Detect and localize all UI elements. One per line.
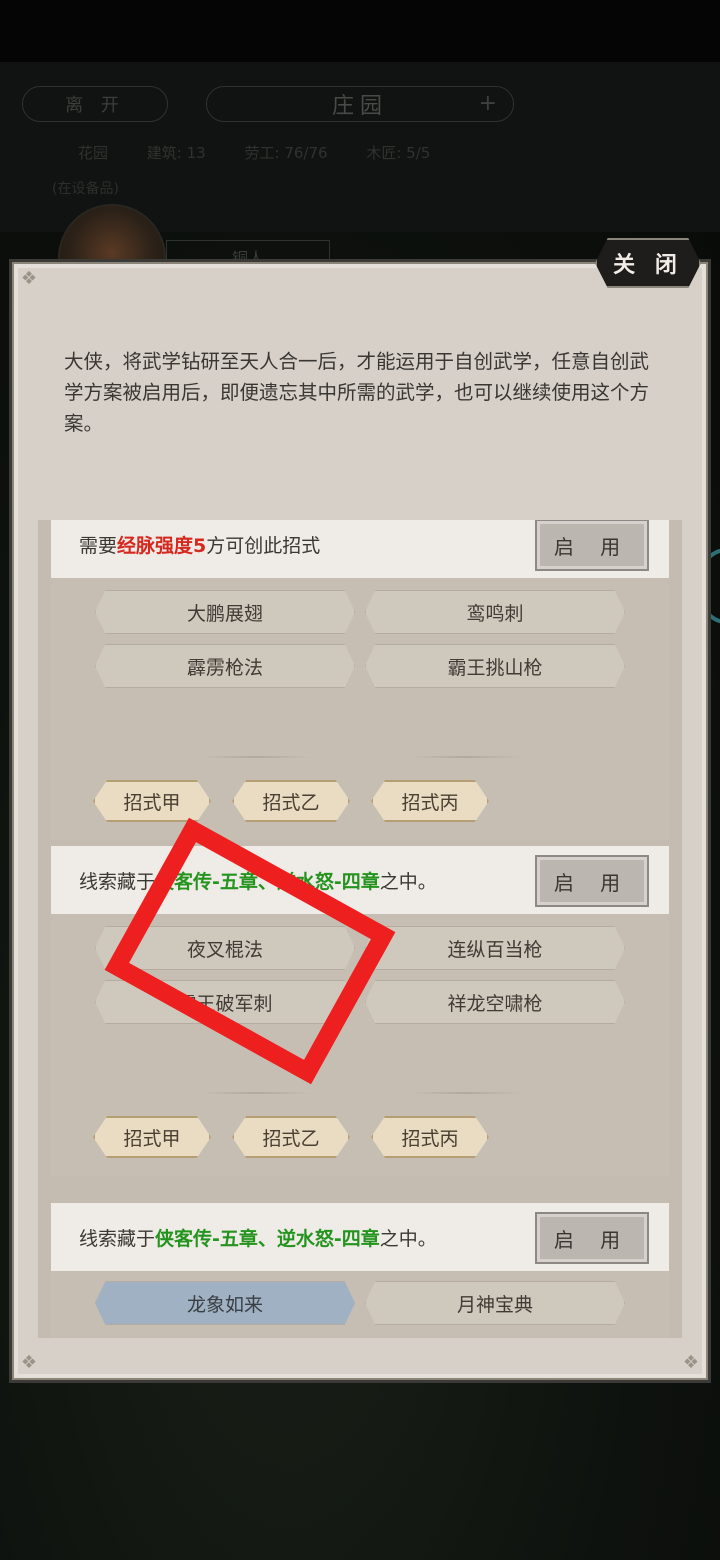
estate-stats: 花园 建筑: 13 劳工: 76/76 木匠: 5/5: [78, 142, 464, 163]
skill-chip[interactable]: 连纵百当枪: [365, 926, 625, 970]
skill-chip[interactable]: 月神宝典: [365, 1281, 625, 1325]
skill-chip[interactable]: 霹雳枪法: [95, 644, 355, 688]
skill-grid: 龙象如来 月神宝典: [51, 1271, 669, 1338]
skill-chip[interactable]: 鸾鸣刺: [365, 590, 625, 634]
requirement-highlight: 经脉强度5: [117, 534, 207, 557]
move-tab[interactable]: 招式丙: [371, 780, 489, 822]
intro-text: 大侠，将武学钻研至天人合一后，才能运用于自创武学，任意自创武学方案被启用后，即便…: [64, 350, 650, 435]
stat-buildings: 建筑: 13: [146, 144, 206, 162]
move-tab[interactable]: 招式乙: [232, 780, 350, 822]
move-tab[interactable]: 招式乙: [232, 1116, 350, 1158]
estate-title: 庄园 +: [206, 86, 514, 122]
requirement-suffix: 方可创此招式: [206, 534, 321, 557]
requirement-prefix: 线索藏于: [79, 1227, 156, 1250]
enable-button[interactable]: 启 用: [535, 855, 649, 907]
corner-ornament-icon: ❖: [20, 1352, 38, 1373]
scheme-section: 需要 经脉强度5 方可创此招式 启 用 大鹏展翅 鸾鸣刺 霹雳枪法 霸王挑山枪 招式…: [51, 520, 669, 840]
requirement-suffix: 之中。: [379, 870, 437, 893]
skill-chip[interactable]: 祥龙空啸枪: [365, 980, 625, 1024]
plus-icon[interactable]: +: [479, 91, 497, 116]
move-tab[interactable]: 招式甲: [93, 1116, 211, 1158]
divider: [201, 1092, 311, 1094]
scheme-section: 线索藏于 侠客传-五章、逆水怒-四章 之中。 启 用 夜叉棍法 连纵百当枪 霸王破军…: [51, 846, 669, 1176]
enable-button[interactable]: 启 用: [535, 520, 649, 571]
enable-button[interactable]: 启 用: [535, 1212, 649, 1264]
stat-labor: 劳工: 76/76: [244, 144, 328, 162]
requirement-highlight: 侠客传-五章、逆水怒-四章: [155, 1227, 380, 1250]
move-tab[interactable]: 招式甲: [93, 780, 211, 822]
stat-carpenter: 木匠: 5/5: [366, 144, 431, 162]
move-tab[interactable]: 招式丙: [371, 1116, 489, 1158]
requirement-suffix: 之中。: [379, 1227, 437, 1250]
skill-chip[interactable]: 霸王挑山枪: [365, 644, 625, 688]
leave-button[interactable]: 离 开: [22, 86, 168, 122]
divider: [411, 756, 521, 758]
status-bar-area: [0, 0, 720, 62]
divider: [411, 1092, 521, 1094]
requirement-row: 需要 经脉强度5 方可创此招式 启 用: [51, 520, 669, 578]
close-button[interactable]: 关 闭: [595, 238, 701, 288]
requirement-prefix: 需要: [79, 534, 118, 557]
skill-chip-selected[interactable]: 龙象如来: [95, 1281, 355, 1325]
skill-grid: 大鹏展翅 鸾鸣刺 霹雳枪法 霸王挑山枪 招式甲 招式乙 招式丙: [51, 578, 669, 840]
requirement-row: 线索藏于 侠客传-五章、逆水怒-四章 之中。 启 用: [51, 1203, 669, 1271]
corner-ornament-icon: ❖: [20, 268, 38, 289]
scheme-section: 线索藏于 侠客传-五章、逆水怒-四章 之中。 启 用 龙象如来 月神宝典: [51, 1203, 669, 1338]
divider: [201, 756, 311, 758]
skill-chip[interactable]: 大鹏展翅: [95, 590, 355, 634]
stat-garden: 花园: [78, 144, 109, 162]
estate-title-text: 庄园: [331, 94, 388, 119]
status-line: (在设备品): [52, 181, 119, 197]
corner-ornament-icon: ❖: [682, 1352, 700, 1373]
requirement-prefix: 线索藏于: [79, 870, 156, 893]
